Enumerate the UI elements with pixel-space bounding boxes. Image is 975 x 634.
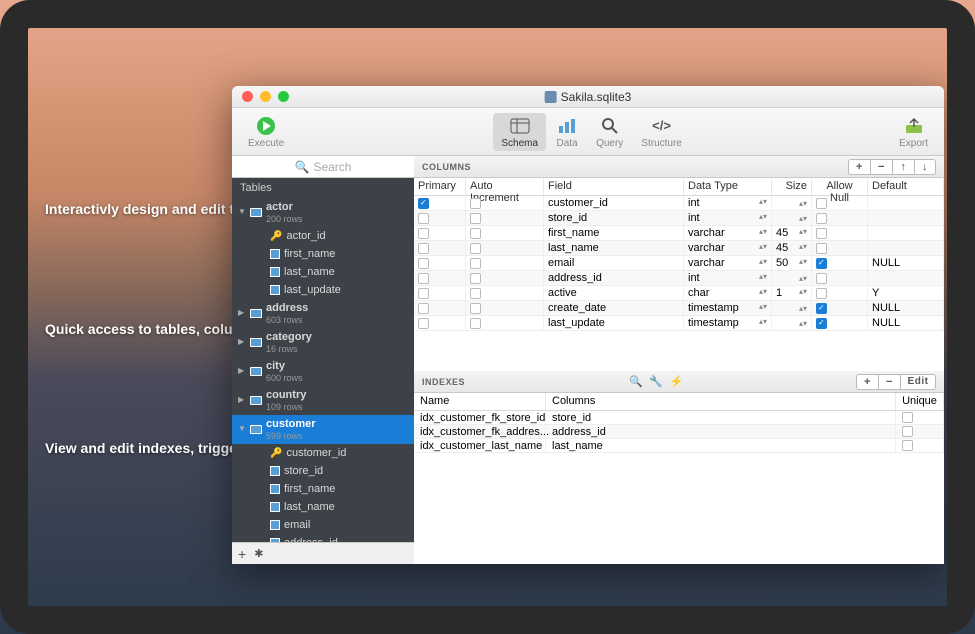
device-frame	[0, 0, 975, 634]
